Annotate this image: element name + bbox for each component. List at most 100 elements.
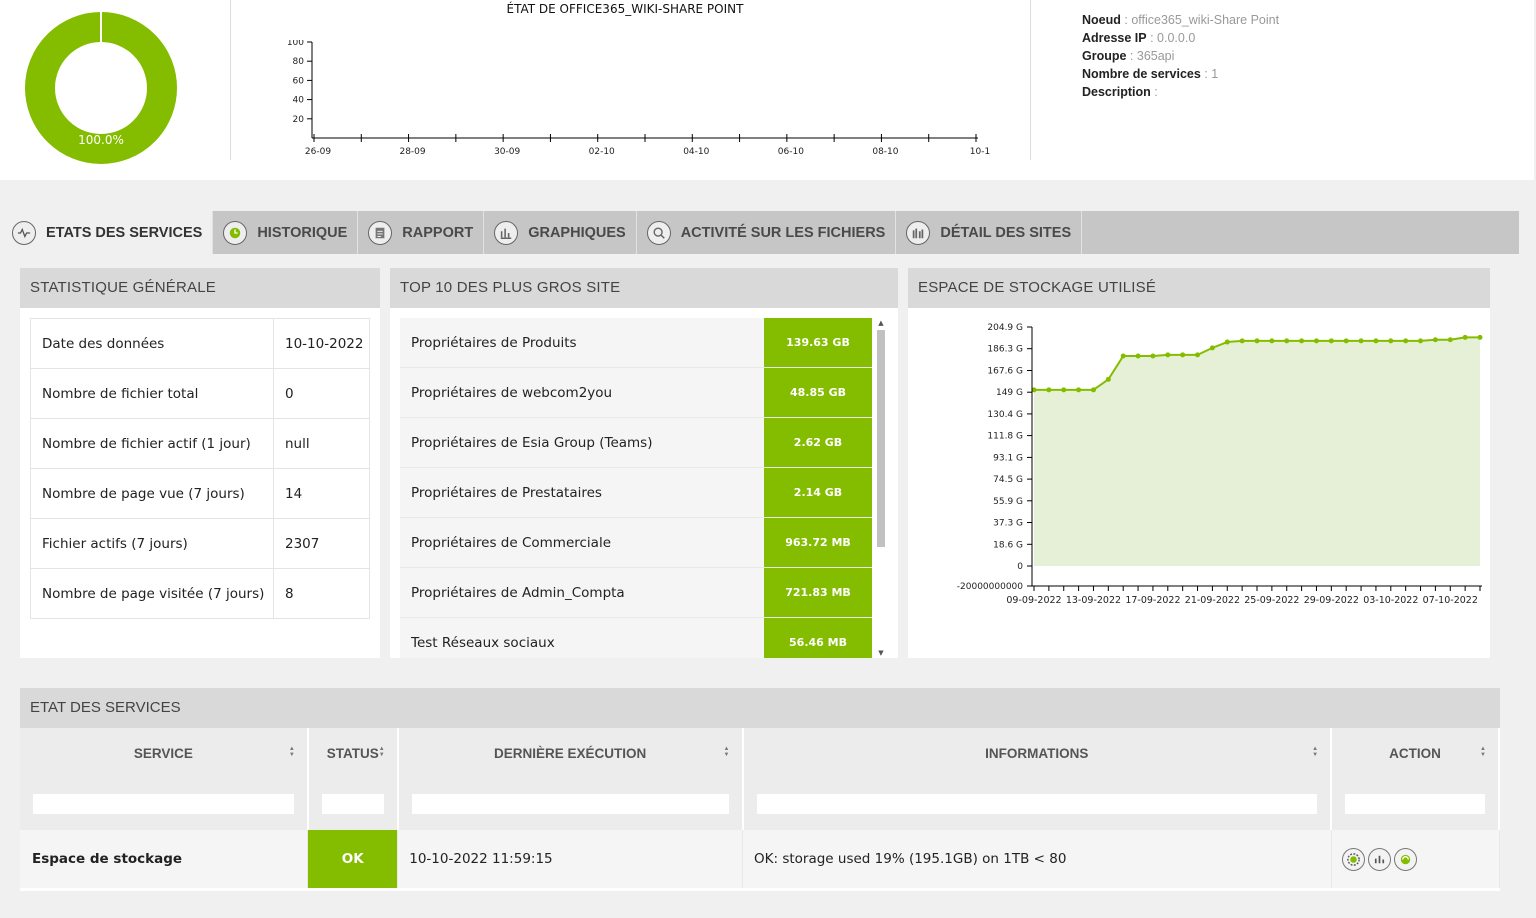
column-header[interactable]: SERVICE ▲ ▼ — [20, 728, 309, 778]
sort-icon[interactable]: ▲ ▼ — [1312, 746, 1318, 758]
filter-input[interactable] — [32, 793, 295, 815]
info-label: Noeud — [1082, 13, 1121, 27]
list-item[interactable]: Propriétaires de Produits 139.63 GB — [400, 318, 872, 368]
list-item[interactable]: Propriétaires de Esia Group (Teams) 2.62 … — [400, 418, 872, 468]
list-item[interactable]: Propriétaires de Prestataires 2.14 GB — [400, 468, 872, 518]
x-tick-label: 29-09-2022 — [1304, 595, 1359, 606]
filter-input[interactable] — [320, 793, 385, 815]
sort-icon[interactable]: ▲ ▼ — [1480, 746, 1486, 758]
y-tick-label: 20 — [293, 115, 305, 125]
x-tick-label: 26-09 — [305, 147, 331, 157]
site-name: Propriétaires de Admin_Compta — [411, 585, 625, 601]
filter-input[interactable] — [1344, 793, 1486, 815]
state-chart: 20 40 60 80 100 26-09 28-09 30-09 02-10 04-10 06-1… — [287, 40, 990, 157]
stat-label: Fichier actifs (7 jours) — [30, 518, 274, 569]
data-point — [1076, 387, 1082, 393]
site-size: 2.62 GB — [764, 418, 872, 467]
data-point — [1432, 337, 1438, 343]
tab-sites[interactable]: DÉTAIL DES SITES — [896, 211, 1083, 254]
top10-list: Propriétaires de Produits 139.63 GB Propri… — [400, 318, 872, 658]
stats-row: Fichier actifs (7 jours) 2307 — [30, 518, 370, 569]
stat-value: null — [273, 418, 370, 469]
site-size: 56.46 MB — [764, 618, 872, 658]
refresh-icon[interactable] — [1393, 847, 1417, 871]
tab-label: GRAPHIQUES — [528, 224, 626, 241]
tab-label: HISTORIQUE — [257, 224, 348, 241]
tab-label: DÉTAIL DES SITES — [940, 224, 1072, 241]
column-header[interactable]: ACTION ▲ ▼ — [1331, 728, 1500, 778]
y-tick-label: 0 — [1017, 562, 1023, 572]
site-name: Propriétaires de Commerciale — [411, 535, 612, 551]
status-badge: OK — [307, 830, 399, 888]
service-info: OK: storage used 19% (195.1GB) on 1TB < … — [742, 830, 1332, 888]
column-header[interactable]: STATUS ▲ ▼ — [307, 728, 399, 778]
info-label: Nombre de services — [1082, 67, 1201, 81]
list-item[interactable]: Propriétaires de Commerciale 963.72 MB — [400, 518, 872, 568]
filter-cell — [742, 778, 1333, 830]
info-separator: : — [1146, 31, 1158, 45]
list-item[interactable]: Test Réseaux sociaux 56.46 MB — [400, 618, 872, 658]
filter-cell — [1331, 778, 1500, 830]
list-item[interactable]: Propriétaires de Admin_Compta 721.83 MB — [400, 568, 872, 618]
action-cell — [1331, 830, 1500, 888]
tab-document[interactable]: RAPPORT — [358, 211, 485, 254]
storage-panel: ESPACE DE STOCKAGE UTILISÉ -20000000000 0… — [908, 268, 1490, 658]
x-tick-label: 10-1 — [970, 147, 990, 157]
x-tick-label: 17-09-2022 — [1125, 595, 1180, 606]
data-point — [1343, 338, 1349, 344]
donut-label: 100.0% — [78, 133, 124, 147]
filter-input[interactable] — [755, 793, 1319, 815]
site-name: Propriétaires de webcom2you — [411, 385, 613, 401]
stat-label: Nombre de fichier total — [30, 368, 274, 419]
filter-input[interactable] — [410, 793, 730, 815]
x-tick-label: 06-10 — [778, 147, 804, 157]
info-value: 1 — [1211, 67, 1219, 81]
data-point — [1150, 353, 1156, 359]
sort-icon[interactable]: ▲ ▼ — [289, 746, 295, 758]
divider — [1030, 0, 1031, 160]
x-tick-label: 09-09-2022 — [1006, 595, 1061, 606]
top10-scrollbar[interactable]: ▲ ▼ — [876, 318, 886, 658]
services-panel: ETAT DES SERVICES SERVICE ▲ ▼ STATUS ▲ ▼ DERNI… — [20, 688, 1500, 891]
tab-file-search[interactable]: ACTIVITÉ SUR LES FICHIERS — [637, 211, 897, 254]
data-point — [1299, 338, 1305, 344]
data-point — [1120, 353, 1126, 359]
tab-clock[interactable]: HISTORIQUE — [213, 211, 359, 254]
stat-value: 2307 — [273, 518, 370, 569]
y-tick-label: 204.9 G — [987, 323, 1023, 333]
bar-chart-icon[interactable] — [1367, 847, 1391, 871]
scroll-down-icon[interactable]: ▼ — [876, 648, 886, 658]
y-tick-label: 186.3 G — [987, 345, 1023, 355]
site-name: Propriétaires de Prestataires — [411, 485, 602, 501]
data-point — [1254, 338, 1260, 344]
sort-icon[interactable]: ▲ ▼ — [379, 746, 385, 758]
info-row: Adresse IP : 0.0.0.0 — [1082, 29, 1279, 47]
tab-heartbeat[interactable]: ETATS DES SERVICES — [2, 211, 214, 254]
scroll-up-icon[interactable]: ▲ — [876, 318, 886, 328]
sort-icon[interactable]: ▲ ▼ — [724, 746, 730, 758]
data-point — [1358, 338, 1364, 344]
data-point — [1373, 338, 1379, 344]
y-tick-label: 130.4 G — [987, 410, 1023, 420]
gear-icon[interactable] — [1341, 847, 1365, 871]
column-label: SERVICE — [133, 745, 193, 761]
data-point — [1209, 345, 1215, 351]
data-point — [1135, 353, 1141, 359]
stat-value: 10-10-2022 — [273, 318, 370, 369]
panel-title: ETAT DES SERVICES — [20, 688, 1500, 728]
stats-row: Nombre de page vue (7 jours) 14 — [30, 468, 370, 519]
clock-icon — [223, 220, 248, 245]
tab-bar-chart[interactable]: GRAPHIQUES — [484, 211, 637, 254]
data-point — [1046, 387, 1052, 393]
data-point — [1477, 334, 1483, 340]
list-item[interactable]: Propriétaires de webcom2you 48.85 GB — [400, 368, 872, 418]
info-value: 0.0.0.0 — [1157, 31, 1196, 45]
column-header[interactable]: INFORMATIONS ▲ ▼ — [742, 728, 1333, 778]
data-point — [1284, 338, 1290, 344]
action-icons — [1332, 847, 1499, 871]
y-tick-label: 55.9 G — [993, 497, 1023, 507]
state-chart-title: ÉTAT DE OFFICE365_WIKI-SHARE POINT — [506, 2, 744, 16]
column-header[interactable]: DERNIÈRE EXÉCUTION ▲ ▼ — [397, 728, 744, 778]
data-point — [1180, 352, 1186, 358]
scroll-thumb[interactable] — [877, 330, 885, 547]
